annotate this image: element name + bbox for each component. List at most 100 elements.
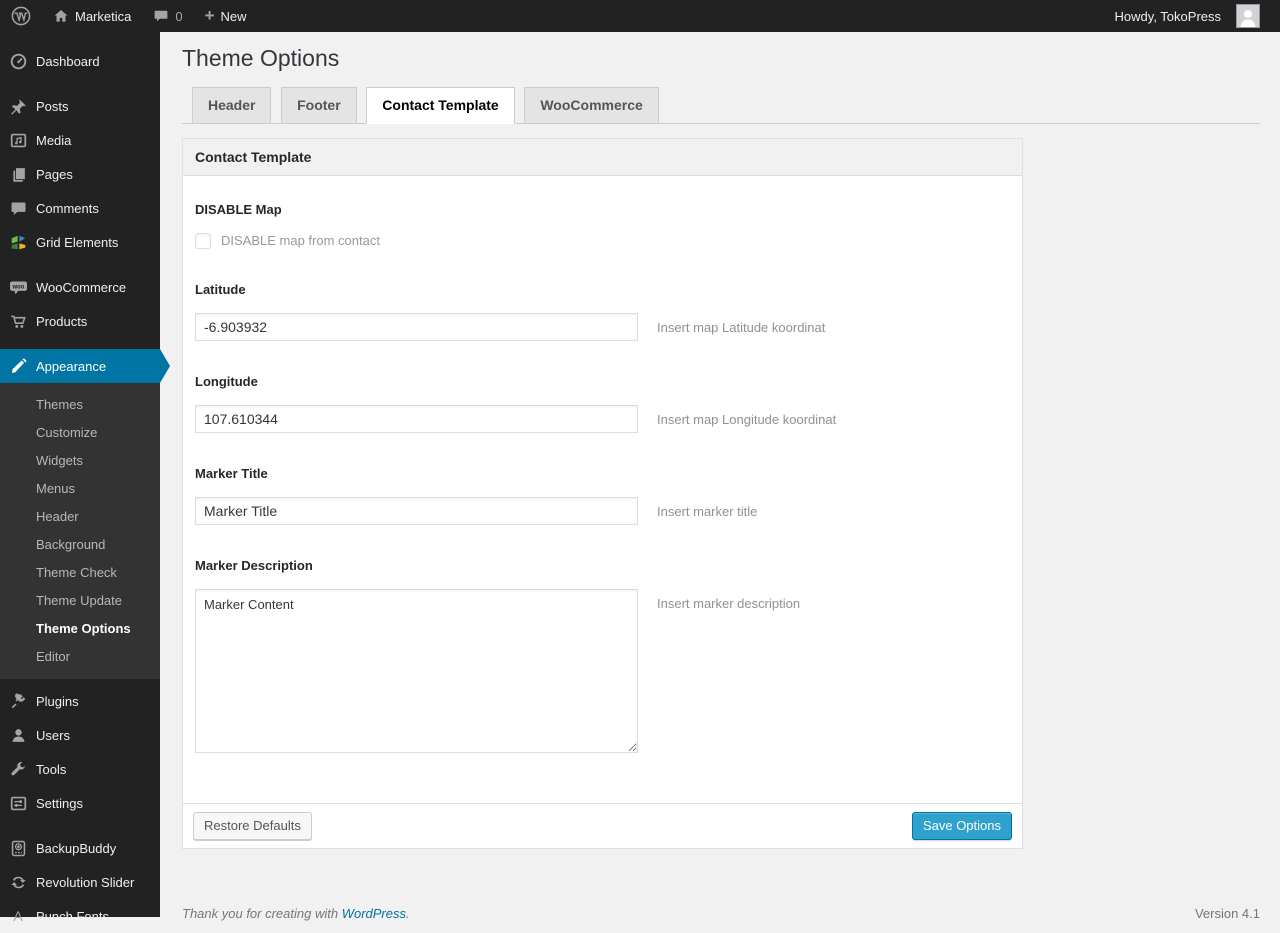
grid-elements-icon [0,234,36,251]
comments-bubble-icon [153,8,169,24]
submenu-item-menus[interactable]: Menus [0,474,160,502]
sidebar-item-grid-elements[interactable]: Grid Elements [0,225,160,259]
wordpress-link[interactable]: WordPress [342,906,406,921]
submenu-item-customize[interactable]: Customize [0,418,160,446]
wordpress-logo-menu[interactable] [0,0,42,32]
paintbrush-icon [0,358,36,375]
users-icon [0,727,36,744]
disable-map-label: DISABLE Map [195,202,1010,217]
howdy-text: Howdy, TokoPress [1115,9,1230,24]
sidebar-item-backupbuddy[interactable]: BackupBuddy [0,831,160,865]
footer-thanks-suffix: . [406,906,410,921]
latitude-field: Latitude Insert map Latitude koordinat [195,282,1010,341]
sidebar-item-plugins[interactable]: Plugins [0,684,160,718]
footer-thanks-prefix: Thank you for creating with [182,906,342,921]
comments-menu[interactable]: 0 [142,0,193,32]
appearance-submenu: Themes Customize Widgets Menus Header Ba… [0,383,160,679]
pages-icon [0,166,36,183]
sidebar-item-label: WooCommerce [36,280,126,295]
tab-header[interactable]: Header [192,87,271,124]
marker-description-field: Marker Description Marker Content Insert… [195,558,1010,753]
marker-description-help: Insert marker description [657,589,800,611]
footer-thanks: Thank you for creating with WordPress. [182,906,410,921]
sidebar-item-label: Tools [36,762,66,777]
sidebar-item-media[interactable]: Media [0,123,160,157]
plus-icon: + [205,7,215,24]
submenu-item-header[interactable]: Header [0,502,160,530]
submenu-item-theme-update[interactable]: Theme Update [0,586,160,614]
tools-icon [0,761,36,778]
disable-map-checkbox-label: DISABLE map from contact [221,233,380,248]
submenu-item-themes[interactable]: Themes [0,390,160,418]
wordpress-logo-icon [11,6,31,26]
sidebar-item-dashboard[interactable]: Dashboard [0,44,160,78]
sidebar-item-woocommerce[interactable]: woo WooCommerce [0,270,160,304]
dashboard-icon [0,53,36,70]
account-menu[interactable]: Howdy, TokoPress [1104,0,1280,32]
latitude-help: Insert map Latitude koordinat [657,313,825,335]
sidebar-item-products[interactable]: Products [0,304,160,338]
marker-title-label: Marker Title [195,466,1010,481]
sidebar-item-label: Settings [36,796,83,811]
marker-title-input[interactable] [195,497,638,525]
submenu-item-widgets[interactable]: Widgets [0,446,160,474]
avatar [1236,4,1260,28]
contact-template-panel: Contact Template DISABLE Map DISABLE map… [182,138,1023,849]
sidebar-item-users[interactable]: Users [0,718,160,752]
submenu-item-editor[interactable]: Editor [0,642,160,670]
sidebar-item-label: Media [36,133,71,148]
backupbuddy-icon [0,840,36,857]
latitude-label: Latitude [195,282,1010,297]
longitude-help: Insert map Longitude koordinat [657,405,836,427]
revolution-slider-icon [0,874,36,891]
disable-map-checkbox[interactable] [195,233,211,249]
sidebar-item-label: BackupBuddy [36,841,116,856]
tab-woocommerce[interactable]: WooCommerce [524,87,658,124]
submenu-item-theme-check[interactable]: Theme Check [0,558,160,586]
sidebar-item-label: Revolution Slider [36,875,134,890]
sidebar-item-label: Users [36,728,70,743]
marker-title-help: Insert marker title [657,497,757,519]
home-icon [53,8,69,24]
sidebar-item-appearance[interactable]: Appearance [0,349,160,383]
tab-contact-template[interactable]: Contact Template [366,87,514,124]
longitude-input[interactable] [195,405,638,433]
site-name-menu[interactable]: Marketica [42,0,142,32]
longitude-label: Longitude [195,374,1010,389]
sidebar-item-label: Pages [36,167,73,182]
restore-defaults-button[interactable]: Restore Defaults [193,812,312,840]
sidebar-item-label: Dashboard [36,54,100,69]
tab-footer[interactable]: Footer [281,87,357,124]
main-content: Theme Options Header Footer Contact Temp… [160,0,1280,933]
sidebar-item-tools[interactable]: Tools [0,752,160,786]
sidebar-item-label: Grid Elements [36,235,118,250]
latitude-input[interactable] [195,313,638,341]
marker-description-textarea[interactable]: Marker Content [195,589,638,753]
comment-icon [0,200,36,217]
sidebar-item-label: Appearance [36,359,106,374]
comment-count: 0 [175,9,182,24]
plugin-icon [0,693,36,710]
pin-icon [0,98,36,115]
marker-description-label: Marker Description [195,558,1010,573]
woocommerce-icon: woo [0,279,36,296]
site-name: Marketica [75,9,131,24]
disable-map-field: DISABLE Map DISABLE map from contact [195,202,1010,249]
save-options-button[interactable]: Save Options [912,812,1012,840]
sidebar-item-revolution-slider[interactable]: Revolution Slider [0,865,160,899]
sidebar-item-settings[interactable]: Settings [0,786,160,820]
page-footer: Thank you for creating with WordPress. V… [182,906,1260,933]
cart-icon [0,313,36,330]
submenu-item-theme-options[interactable]: Theme Options [0,614,160,642]
version-text: Version 4.1 [1195,906,1260,921]
sidebar-item-comments[interactable]: Comments [0,191,160,225]
sidebar-item-pages[interactable]: Pages [0,157,160,191]
marker-title-field: Marker Title Insert marker title [195,466,1010,525]
panel-body: DISABLE Map DISABLE map from contact Lat… [183,176,1022,803]
submenu-item-background[interactable]: Background [0,530,160,558]
panel-footer: Restore Defaults Save Options [183,803,1022,848]
new-content-menu[interactable]: + New [194,0,258,32]
sidebar-item-posts[interactable]: Posts [0,89,160,123]
longitude-field: Longitude Insert map Longitude koordinat [195,374,1010,433]
svg-text:woo: woo [11,284,24,290]
